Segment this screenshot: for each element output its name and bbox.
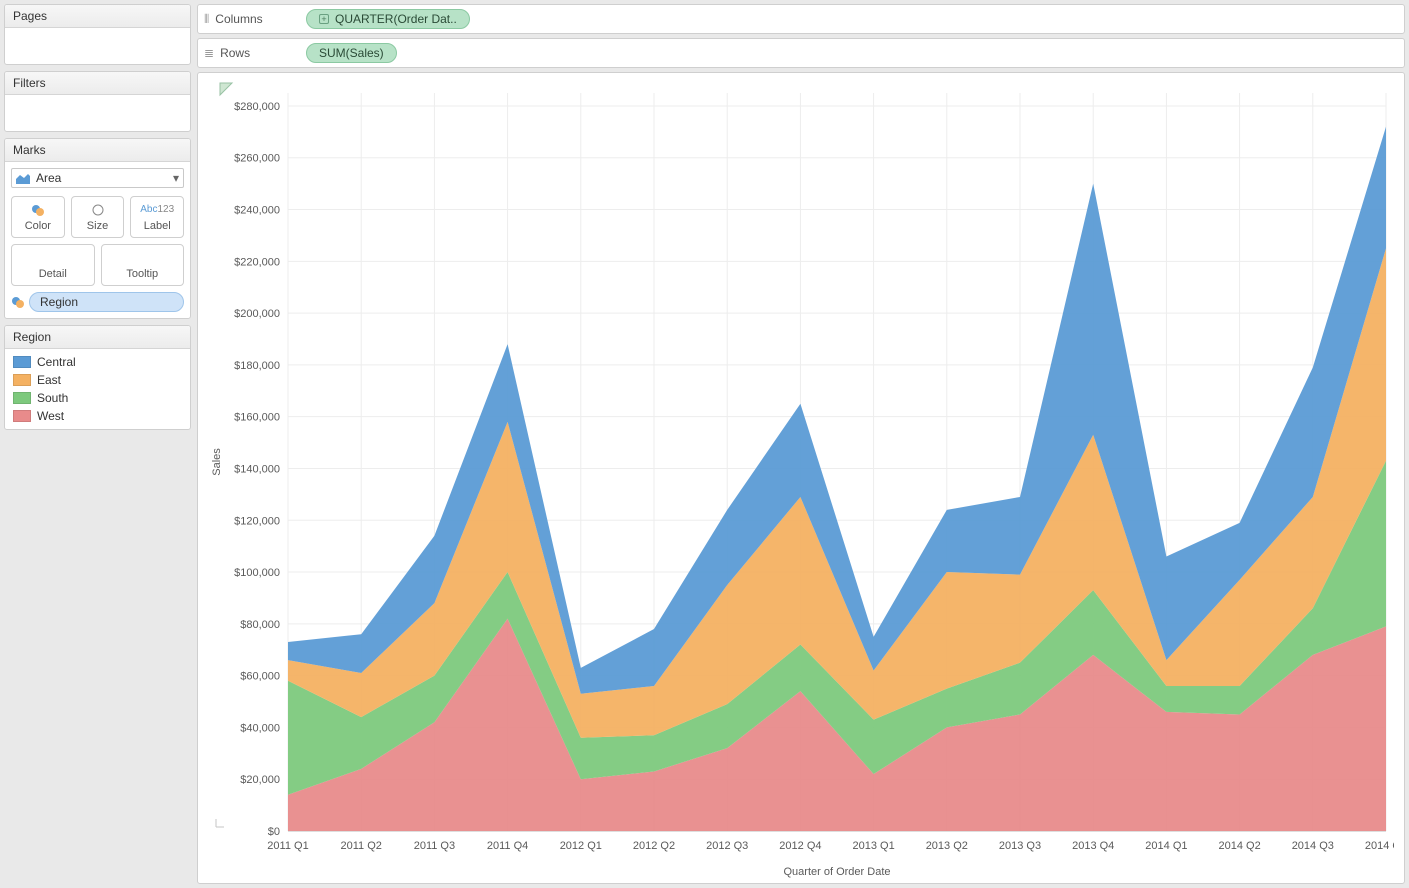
columns-pill-label: QUARTER(Order Dat.. [335,12,457,26]
legend-label: East [37,373,61,387]
svg-text:2013 Q3: 2013 Q3 [999,840,1041,852]
marks-size-button[interactable]: Size [71,196,125,238]
color-icon [31,202,45,218]
svg-text:2012 Q4: 2012 Q4 [779,840,821,852]
svg-text:2013 Q2: 2013 Q2 [926,840,968,852]
svg-text:2011 Q4: 2011 Q4 [487,840,528,852]
svg-text:$180,000: $180,000 [234,360,280,372]
marks-color-button[interactable]: Color [11,196,65,238]
legend-item[interactable]: West [5,407,190,425]
legend-card: Region Central East South West [4,325,191,430]
marks-card: Marks Area ▾ Color Size Abc123 [4,138,191,319]
svg-text:2012 Q2: 2012 Q2 [633,840,675,852]
columns-icon: ⦀ [204,12,209,27]
tooltip-icon [141,250,144,266]
legend-swatch [13,374,31,386]
area-icon [16,172,30,184]
marks-color-field-label: Region [40,295,78,309]
svg-text:$20,000: $20,000 [240,774,280,786]
svg-text:$100,000: $100,000 [234,567,280,579]
legend-label: South [37,391,68,405]
svg-text:2014 Q2: 2014 Q2 [1218,840,1260,852]
filters-title: Filters [5,72,190,95]
svg-text:$80,000: $80,000 [240,619,280,631]
rows-shelf[interactable]: ≣ Rows SUM(Sales) [197,38,1405,68]
svg-text:2013 Q4: 2013 Q4 [1072,840,1114,852]
pages-title: Pages [5,5,190,28]
marks-tooltip-label: Tooltip [126,268,158,280]
svg-text:Quarter of Order Date: Quarter of Order Date [784,866,891,878]
columns-label: Columns [215,12,262,26]
svg-text:2014 Q4: 2014 Q4 [1365,840,1394,852]
marks-color-label: Color [25,220,51,232]
legend-title: Region [5,326,190,349]
legend-label: West [37,409,64,423]
svg-text:2013 Q1: 2013 Q1 [852,840,894,852]
pages-drop-area[interactable] [5,28,190,64]
marks-detail-button[interactable]: Detail [11,244,95,286]
svg-text:2012 Q3: 2012 Q3 [706,840,748,852]
rows-label: Rows [220,46,250,60]
svg-text:$240,000: $240,000 [234,205,280,217]
legend-item[interactable]: South [5,389,190,407]
legend-swatch [13,356,31,368]
marks-tooltip-button[interactable]: Tooltip [101,244,185,286]
svg-text:$200,000: $200,000 [234,308,280,320]
svg-text:Sales: Sales [211,448,223,476]
filters-shelf[interactable]: Filters [4,71,191,132]
marks-detail-label: Detail [39,268,67,280]
legend-swatch [13,410,31,422]
chevron-down-icon: ▾ [173,171,179,185]
svg-text:$120,000: $120,000 [234,515,280,527]
svg-text:2011 Q2: 2011 Q2 [341,840,382,852]
svg-text:$160,000: $160,000 [234,412,280,424]
svg-text:$60,000: $60,000 [240,671,280,683]
svg-text:$40,000: $40,000 [240,722,280,734]
marks-label-button[interactable]: Abc123 Label [130,196,184,238]
svg-text:2014 Q1: 2014 Q1 [1145,840,1187,852]
columns-pill[interactable]: + QUARTER(Order Dat.. [306,9,470,29]
svg-text:$260,000: $260,000 [234,153,280,165]
detail-icon [51,250,54,266]
rows-pill[interactable]: SUM(Sales) [306,43,397,63]
svg-text:2014 Q3: 2014 Q3 [1292,840,1334,852]
legend-item[interactable]: East [5,371,190,389]
svg-text:2011 Q3: 2011 Q3 [414,840,455,852]
mark-type-select[interactable]: Area ▾ [11,168,184,188]
marks-title: Marks [5,139,190,162]
rows-pill-label: SUM(Sales) [319,46,384,60]
color-icon [11,295,25,309]
mark-type-label: Area [36,171,61,185]
marks-size-label: Size [87,220,108,232]
svg-text:$140,000: $140,000 [234,463,280,475]
size-icon [91,202,105,218]
svg-text:$220,000: $220,000 [234,256,280,268]
label-icon: Abc123 [140,202,174,218]
svg-text:$0: $0 [268,826,280,838]
chart-area[interactable]: $0 $20,000 $40,000 $60,000 $80,000 $100,000 $1… [197,72,1405,884]
legend-label: Central [37,355,76,369]
stacked-area-chart: $0 $20,000 $40,000 $60,000 $80,000 $100,000 $1… [204,79,1394,883]
svg-text:2011 Q1: 2011 Q1 [267,840,308,852]
legend-item[interactable]: Central [5,353,190,371]
svg-text:2012 Q1: 2012 Q1 [560,840,602,852]
pages-shelf[interactable]: Pages [4,4,191,65]
expand-icon: + [319,14,329,24]
marks-label-text: Label [144,220,171,232]
filters-drop-area[interactable] [5,95,190,131]
svg-text:$280,000: $280,000 [234,101,280,113]
columns-shelf[interactable]: ⦀ Columns + QUARTER(Order Dat.. [197,4,1405,34]
rows-icon: ≣ [204,46,214,60]
legend-swatch [13,392,31,404]
marks-color-field-pill[interactable]: Region [29,292,184,312]
